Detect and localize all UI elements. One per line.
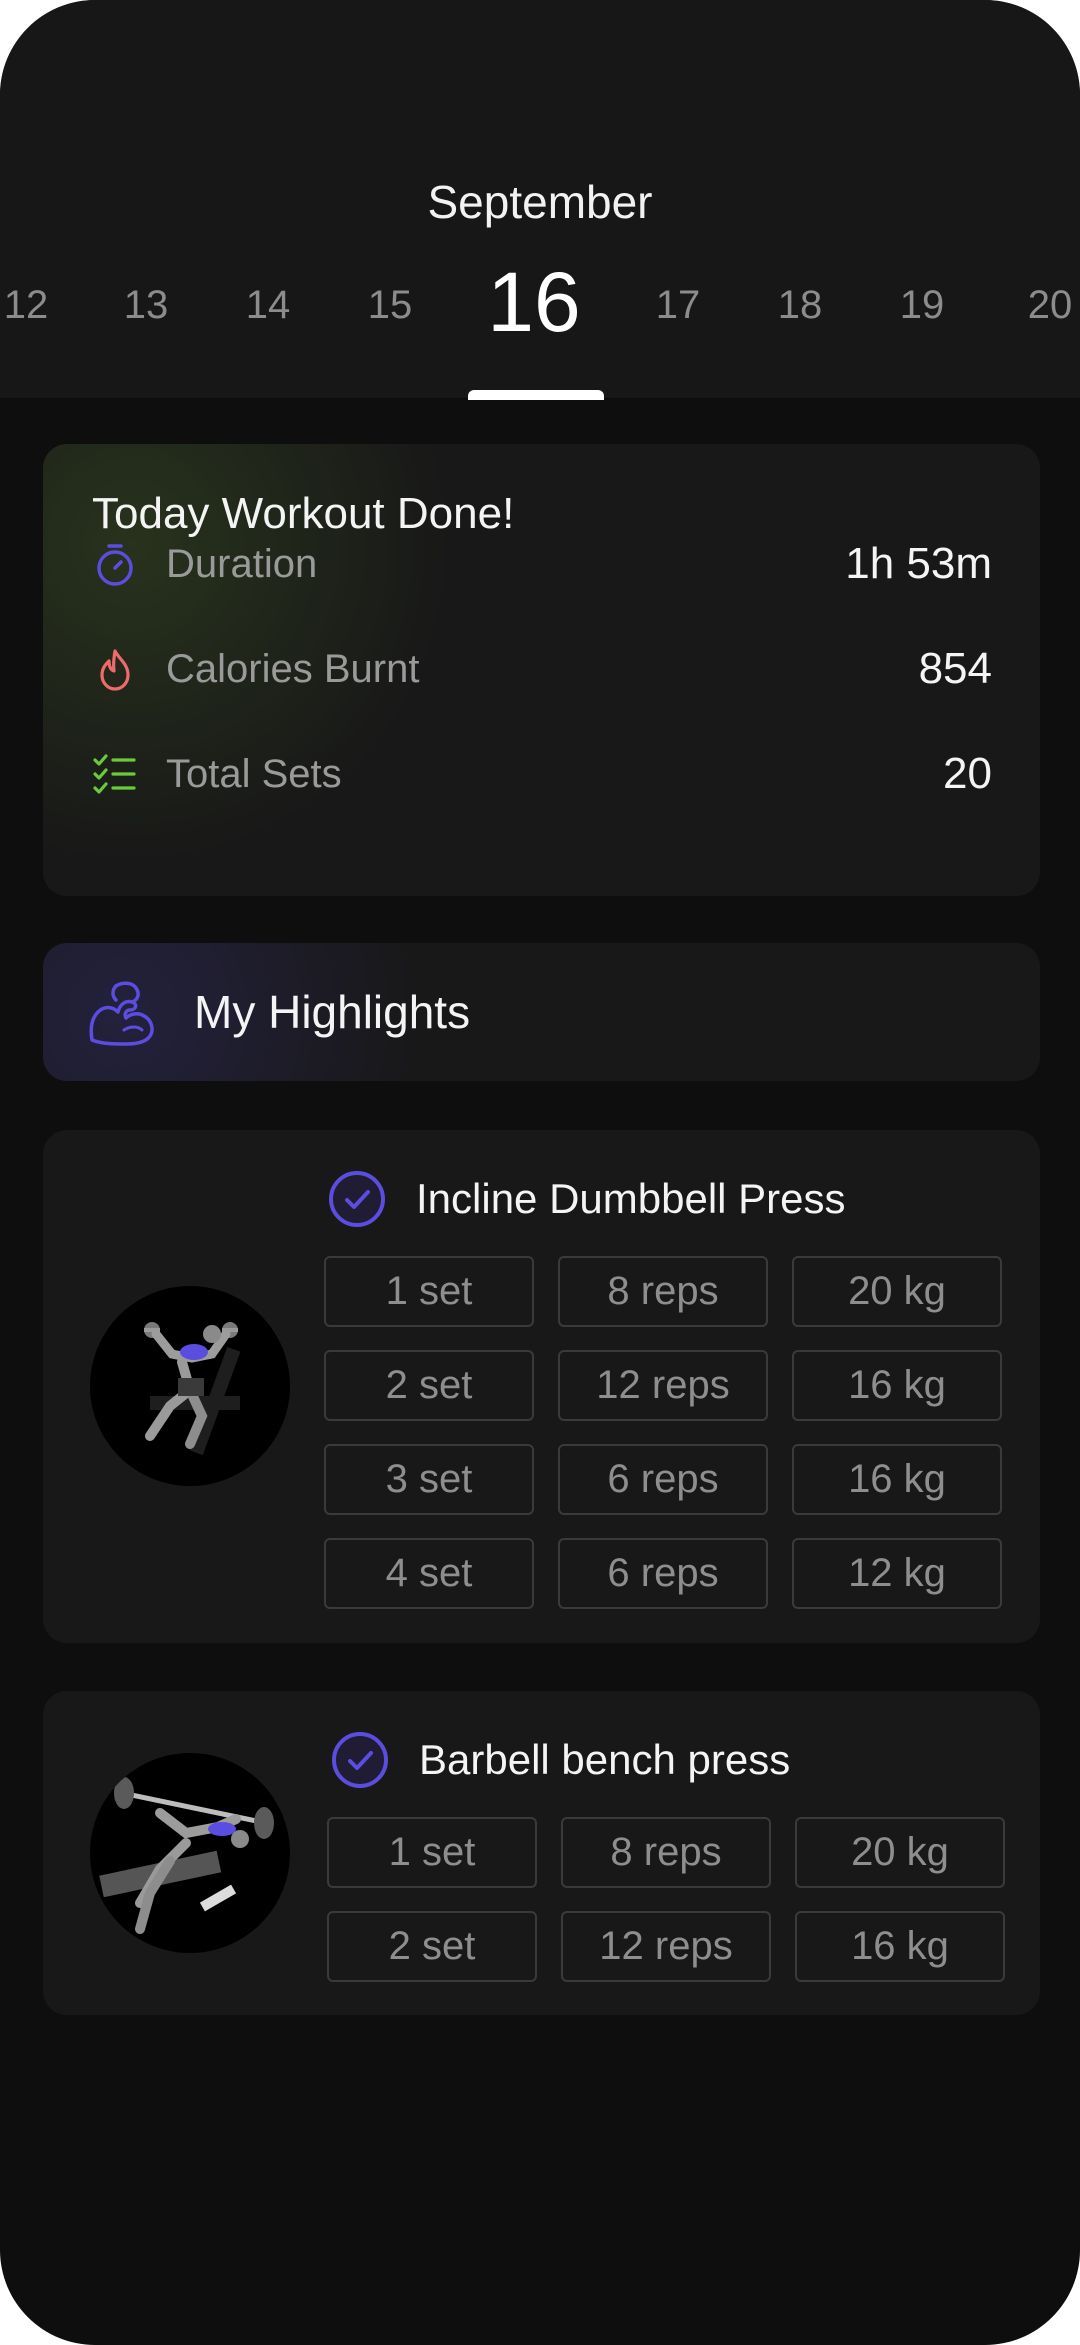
bench-press-illustration [99, 1777, 274, 1934]
stat-value-calories: 854 [918, 644, 992, 693]
month-label: September [427, 176, 653, 228]
reps-cell: 12 reps [561, 1911, 771, 1982]
flame-icon [100, 649, 130, 691]
phone-screen: September 12 13 14 15 16 17 18 19 20 Tod… [0, 0, 1080, 2345]
weight-cell: 12 kg [792, 1538, 1002, 1609]
reps-cell: 6 reps [558, 1444, 768, 1515]
weight-cell: 16 kg [795, 1911, 1005, 1982]
my-highlights-card[interactable]: My Highlights [43, 943, 1040, 1081]
day-12[interactable]: 12 [0, 278, 81, 332]
stat-label-calories: Calories Burnt [166, 647, 420, 691]
stat-value-total-sets: 20 [943, 749, 992, 798]
exercise-image-incline-dumbbell-press [90, 1286, 290, 1486]
incline-press-illustration [144, 1322, 241, 1456]
set-number-cell: 1 set [327, 1817, 537, 1888]
reps-cell: 12 reps [558, 1350, 768, 1421]
day-17[interactable]: 17 [623, 278, 733, 332]
flexed-bicep-icon [89, 981, 154, 1046]
day-16-selected[interactable]: 16 [454, 252, 614, 352]
stat-value-duration: 1h 53m [845, 539, 992, 588]
selected-day-indicator [468, 390, 604, 400]
day-19[interactable]: 19 [867, 278, 977, 332]
set-number-cell: 2 set [327, 1911, 537, 1982]
reps-cell: 8 reps [561, 1817, 771, 1888]
day-14[interactable]: 14 [213, 278, 323, 332]
exercise-title: Barbell bench press [419, 1736, 791, 1783]
exercise-card-barbell-bench-press[interactable]: Barbell bench press 1 set 8 reps 20 kg 2… [43, 1691, 1040, 2015]
stat-row-total-sets: Total Sets 20 [92, 744, 992, 804]
weight-cell: 20 kg [795, 1817, 1005, 1888]
stat-row-duration: Duration 1h 53m [92, 534, 992, 594]
workout-summary-card: Today Workout Done! Duration 1h 53m Calo… [43, 444, 1040, 896]
day-13[interactable]: 13 [91, 278, 201, 332]
set-number-cell: 2 set [324, 1350, 534, 1421]
checklist-icon [93, 754, 136, 794]
set-number-cell: 4 set [324, 1538, 534, 1609]
set-number-cell: 1 set [324, 1256, 534, 1327]
reps-cell: 8 reps [558, 1256, 768, 1327]
date-picker-header: September 12 13 14 15 16 17 18 19 20 [0, 0, 1080, 400]
stat-label-total-sets: Total Sets [166, 752, 342, 796]
exercise-image-barbell-bench-press [90, 1753, 290, 1953]
exercise-card-incline-dumbbell-press[interactable]: Incline Dumbbell Press 1 set 8 reps 20 k… [43, 1130, 1040, 1643]
completed-check-icon [332, 1732, 388, 1788]
weight-cell: 20 kg [792, 1256, 1002, 1327]
day-15[interactable]: 15 [335, 278, 445, 332]
stat-label-duration: Duration [166, 542, 318, 586]
stopwatch-icon [97, 544, 133, 586]
set-number-cell: 3 set [324, 1444, 534, 1515]
exercise-title: Incline Dumbbell Press [416, 1175, 846, 1222]
day-18[interactable]: 18 [745, 278, 855, 332]
completed-check-icon [329, 1171, 385, 1227]
stat-row-calories: Calories Burnt 854 [92, 639, 992, 699]
day-20[interactable]: 20 [995, 278, 1080, 332]
weight-cell: 16 kg [792, 1444, 1002, 1515]
highlights-title: My Highlights [194, 986, 471, 1038]
reps-cell: 6 reps [558, 1538, 768, 1609]
weight-cell: 16 kg [792, 1350, 1002, 1421]
